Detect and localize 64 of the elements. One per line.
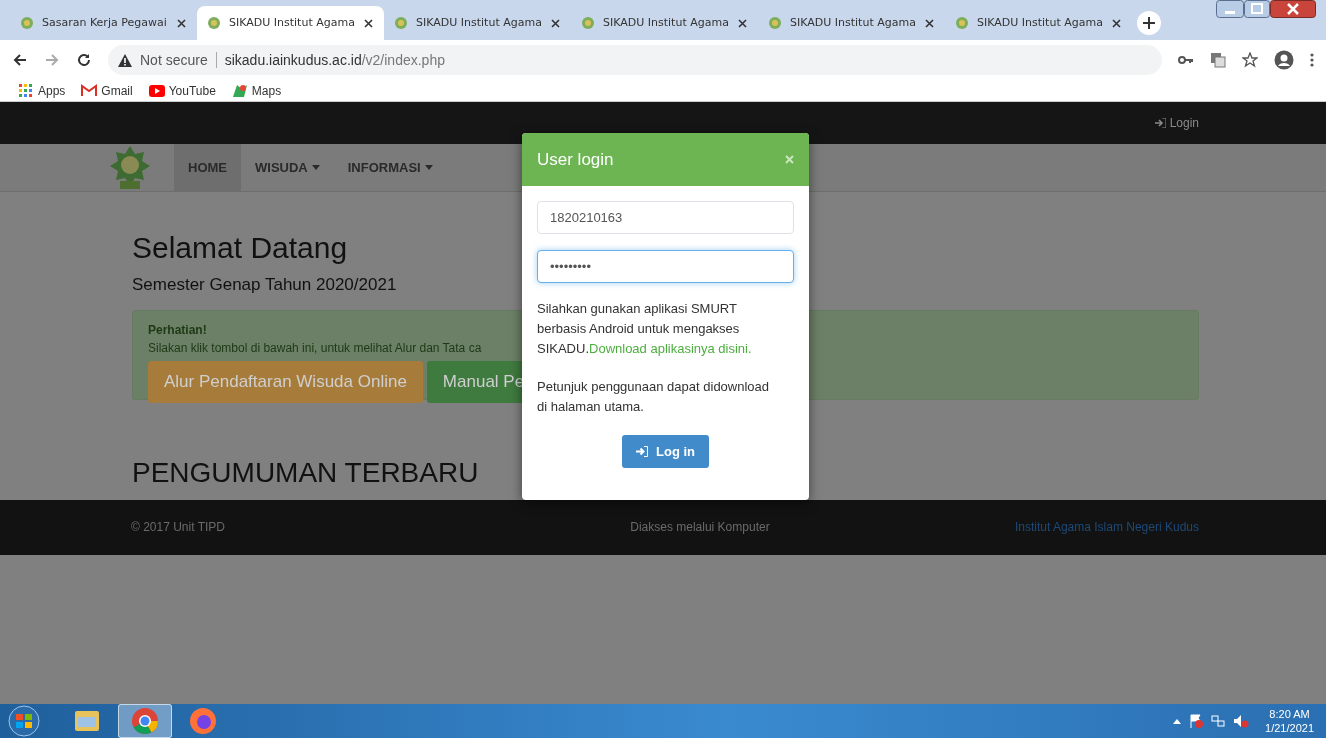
- close-icon[interactable]: [176, 17, 187, 29]
- security-label: Not secure: [140, 50, 208, 70]
- browser-tab[interactable]: SIKADU Institut Agama: [571, 6, 758, 40]
- taskbar-app[interactable]: [118, 704, 172, 738]
- app-info-text: Silahkan gunakan aplikasi SMURT berbasis Android untuk mengakses SIKADU.Download aplikasinya disini.: [537, 300, 753, 358]
- star-icon[interactable]: [1242, 52, 1258, 68]
- site-logo-icon: [394, 16, 408, 30]
- bookmark[interactable]: Apps: [18, 81, 66, 100]
- clock-date: 1/21/2021: [1265, 721, 1314, 735]
- welcome-title: Selamat Datang: [132, 230, 349, 266]
- notice-text: Silakan klik tombol di bawah ini, untuk melihat Alur dan Tata ca: [148, 339, 482, 357]
- semester-subtitle: Semester Genap Tahun 2020/2021: [132, 274, 398, 296]
- site-logo-icon: [581, 16, 595, 30]
- bookmark[interactable]: Maps: [231, 81, 282, 100]
- maximize-icon[interactable]: [1244, 0, 1270, 18]
- site-logo-icon: [768, 16, 782, 30]
- login-icon: [1154, 118, 1166, 128]
- site-logo-icon: [955, 16, 969, 30]
- clock-time: 8:20 AM: [1268, 707, 1311, 721]
- url-text: sikadu.iainkudus.ac.id/v2/index.php: [224, 50, 445, 70]
- username-field[interactable]: 1820210163: [537, 201, 794, 234]
- browser-tab[interactable]: SIKADU Institut Agama: [384, 6, 571, 40]
- close-icon[interactable]: [363, 17, 374, 29]
- chrome-icon: [129, 705, 161, 737]
- dialog-title: User login: [537, 148, 614, 171]
- back-icon[interactable]: [12, 52, 28, 68]
- close-icon[interactable]: [550, 17, 561, 29]
- notice-title: Perhatian!: [148, 321, 207, 339]
- browser-tab[interactable]: SIKADU Institut Agama: [197, 6, 384, 40]
- new-tab-icon[interactable]: [1136, 10, 1162, 36]
- login-button[interactable]: Log in: [622, 435, 709, 468]
- site-logo-icon: [207, 16, 221, 30]
- account-icon[interactable]: [1274, 50, 1294, 70]
- muted-speaker-icon[interactable]: [1233, 714, 1250, 728]
- menu-icon[interactable]: [1310, 52, 1314, 68]
- browser-tab[interactable]: SIKADU Institut Agama: [758, 6, 945, 40]
- apps-icon: [18, 82, 34, 99]
- close-icon[interactable]: [1111, 17, 1122, 29]
- minimize-icon[interactable]: [1216, 0, 1244, 18]
- password-field[interactable]: •••••••••: [537, 250, 794, 283]
- close-icon[interactable]: [1270, 0, 1316, 18]
- browser-tab[interactable]: SIKADU Institut Agama: [945, 6, 1132, 40]
- announcements-heading: PENGUMUMAN TERBARU: [132, 457, 480, 488]
- bookmark[interactable]: Gmail: [81, 81, 133, 100]
- close-icon[interactable]: [924, 17, 935, 29]
- site-logo-icon: [20, 16, 34, 30]
- reload-icon[interactable]: [76, 52, 92, 68]
- address-bar[interactable]: Not secure sikadu.iainkudus.ac.id/v2/index.php: [108, 45, 1162, 75]
- login-link[interactable]: Login: [1154, 114, 1199, 132]
- login-icon: [636, 446, 648, 457]
- gmail-icon: [81, 82, 98, 99]
- firefox-icon: [187, 705, 219, 737]
- institution-logo-icon: [110, 144, 150, 191]
- warning-icon: [118, 53, 132, 67]
- action-center-icon[interactable]: [1189, 714, 1204, 728]
- network-icon[interactable]: [1211, 714, 1226, 728]
- maps-icon: [231, 82, 248, 99]
- close-icon[interactable]: [737, 17, 748, 29]
- copyright-text: © 2017 Unit TIPD: [131, 519, 225, 536]
- tray-expand-icon[interactable]: [1173, 718, 1182, 724]
- access-text: Diakses melalui Komputer: [630, 519, 770, 536]
- bookmark[interactable]: YouTube: [148, 81, 216, 100]
- translate-icon[interactable]: [1210, 52, 1226, 68]
- browser-tab[interactable]: Sasaran Kerja Pegawai: [10, 6, 197, 40]
